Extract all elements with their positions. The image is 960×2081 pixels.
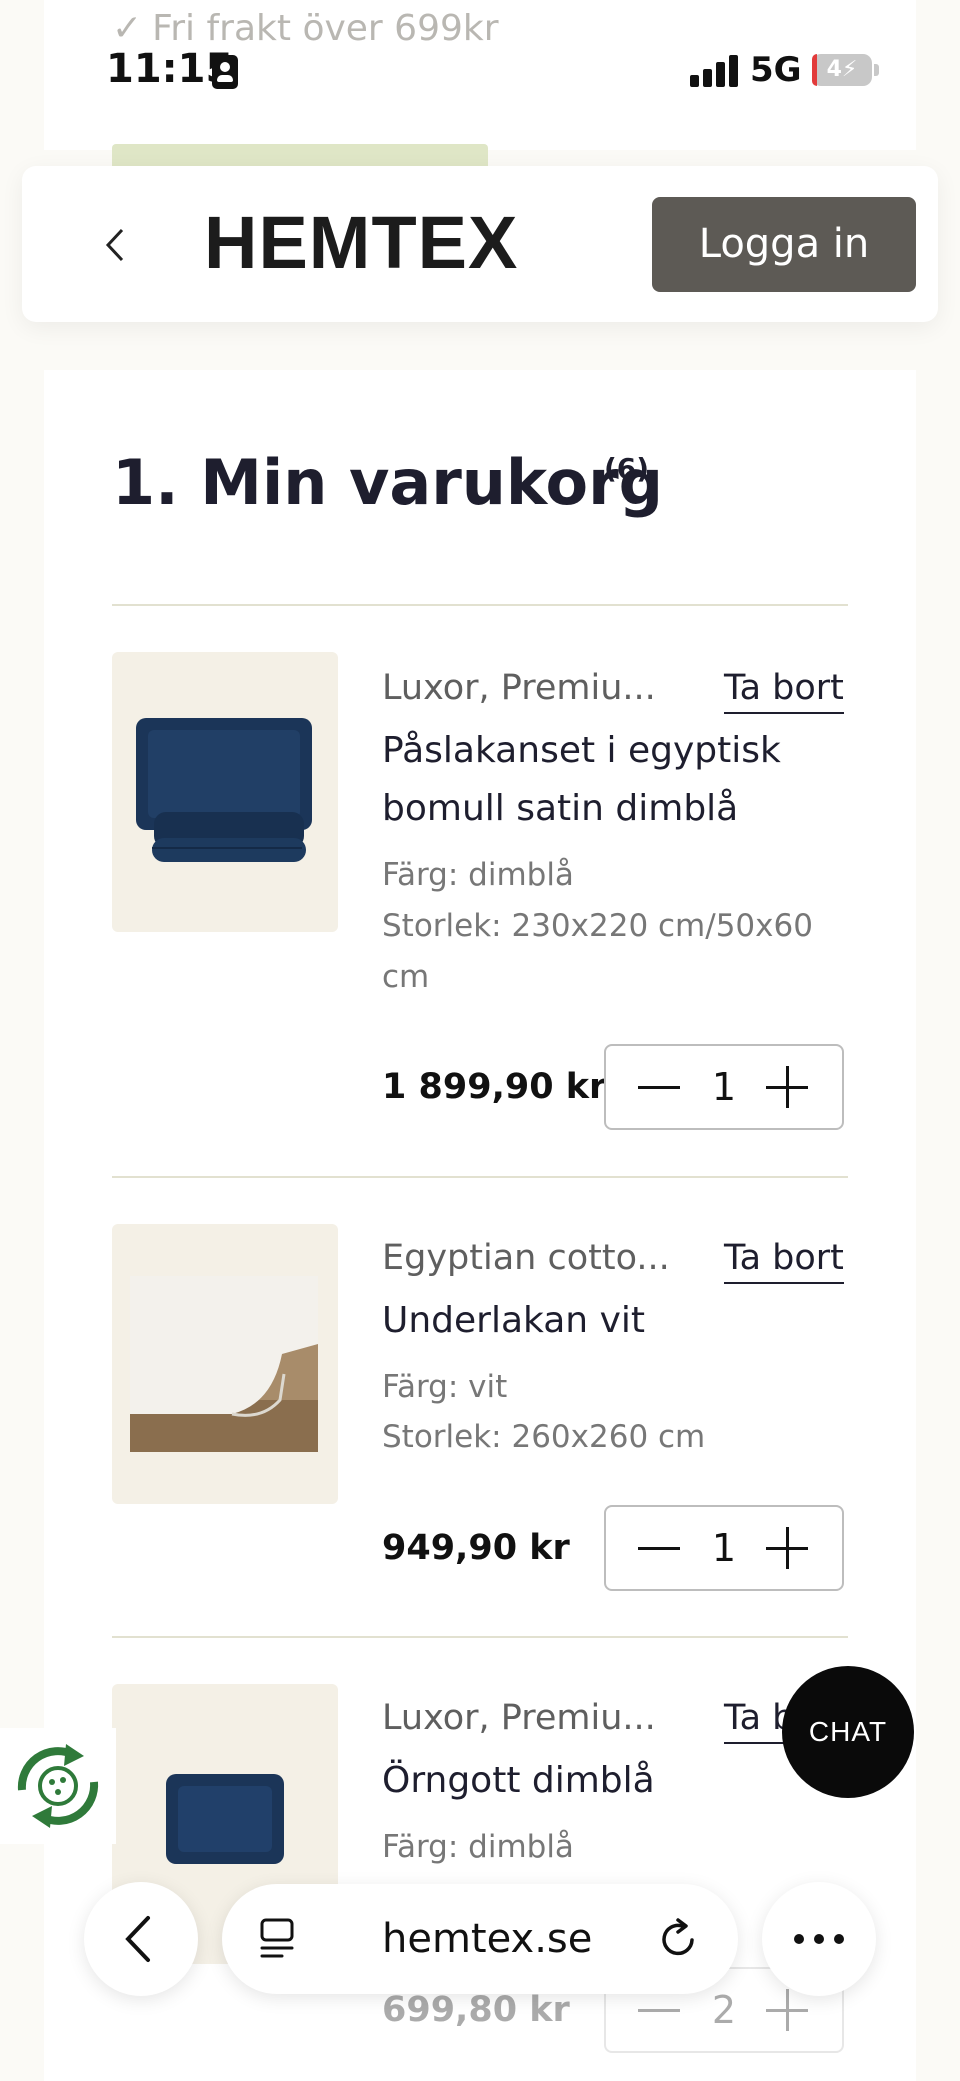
product-name[interactable]: Örngott dimblå	[382, 1752, 822, 1810]
reload-icon[interactable]	[656, 1916, 702, 1962]
signal-icon	[690, 55, 738, 87]
product-image-duvet-set[interactable]	[112, 652, 338, 932]
decrease-quantity-button[interactable]	[630, 1507, 690, 1589]
divider	[112, 1636, 848, 1638]
check-icon: ✓	[112, 8, 143, 49]
decrease-quantity-button[interactable]	[630, 1046, 690, 1128]
back-button[interactable]	[96, 222, 136, 268]
duvet-set-image	[136, 718, 312, 862]
fitted-sheet-image	[130, 1276, 318, 1452]
product-size: Storlek: 260x260 cm	[382, 1419, 706, 1455]
product-price: 1 899,90 kr	[382, 1067, 607, 1107]
product-size: Storlek: 230x220 cm/50x60 cm	[382, 908, 813, 995]
product-price: 949,90 kr	[382, 1528, 570, 1568]
divider	[112, 604, 848, 606]
product-name[interactable]: Påslakanset i egyptisk bomull satin dimb…	[382, 722, 822, 838]
product-brand: Luxor, Premiu...	[382, 668, 656, 708]
divider	[112, 1176, 848, 1178]
cart-title: 1. Min varukorg	[112, 446, 664, 519]
increase-quantity-button[interactable]	[758, 1507, 818, 1589]
product-price: 699,80 kr	[382, 1990, 570, 2030]
battery-icon: 4⚡	[812, 54, 872, 86]
recycle-icon	[17, 1744, 99, 1828]
product-image-fitted-sheet[interactable]	[112, 1224, 338, 1504]
battery-cap	[874, 64, 879, 76]
chevron-left-icon	[105, 228, 124, 262]
product-color: Färg: vit	[382, 1369, 508, 1405]
contact-card-icon	[212, 55, 238, 89]
promo-text: Fri frakt över 699kr	[152, 8, 499, 49]
browser-back-button[interactable]	[84, 1882, 198, 1996]
product-color: Färg: dimblå	[382, 857, 574, 893]
product-brand: Egyptian cotto...	[382, 1238, 670, 1278]
quantity-value: 1	[711, 1065, 737, 1109]
free-shipping-promo: ✓ Fri frakt över 699kr	[112, 8, 499, 49]
product-color: Färg: dimblå	[382, 1829, 574, 1865]
remove-item-button[interactable]: Ta bort	[724, 668, 844, 714]
quantity-value: 1	[711, 1526, 737, 1570]
hemtex-logo[interactable]: HEMTEX	[204, 200, 518, 285]
quantity-stepper: 1	[604, 1044, 844, 1130]
sustainability-badge[interactable]	[0, 1728, 116, 1844]
network-label: 5G	[750, 50, 802, 90]
url-text[interactable]: hemtex.se	[382, 1916, 592, 1962]
more-dots-icon	[794, 1934, 844, 1944]
battery-level: 4⚡	[826, 57, 858, 82]
login-button[interactable]: Logga in	[652, 197, 916, 292]
reader-tabs-icon[interactable]	[258, 1916, 298, 1960]
more-options-button[interactable]	[762, 1882, 876, 1996]
cart-count: (6)	[604, 452, 650, 485]
remove-item-button[interactable]: Ta bort	[724, 1238, 844, 1284]
quantity-stepper: 1	[604, 1505, 844, 1591]
chevron-left-icon	[125, 1916, 150, 1962]
increase-quantity-button[interactable]	[758, 1046, 818, 1128]
product-name[interactable]: Underlakan vit	[382, 1292, 822, 1350]
chat-button[interactable]: CHAT	[782, 1666, 914, 1798]
product-brand: Luxor, Premiu...	[382, 1698, 656, 1738]
